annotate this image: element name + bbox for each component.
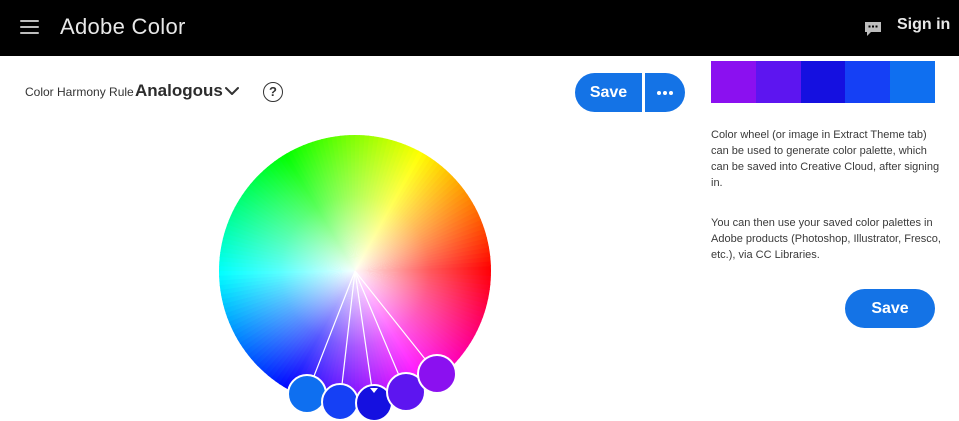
- color-handle-1[interactable]: [287, 374, 327, 414]
- color-handle-2[interactable]: [321, 383, 359, 421]
- color-handle-5[interactable]: [417, 354, 457, 394]
- color-wheel[interactable]: [0, 0, 959, 421]
